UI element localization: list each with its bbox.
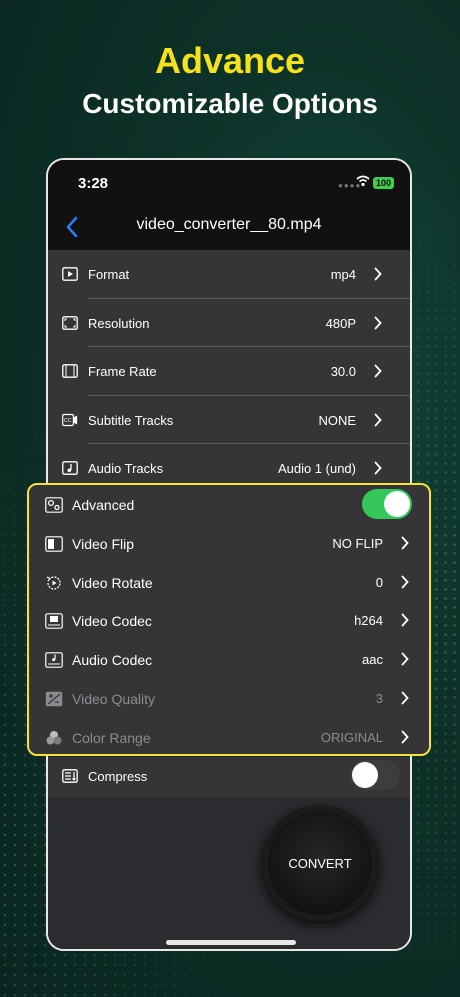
chevron-right-icon <box>401 730 409 744</box>
settings-row-compress[interactable]: Compress <box>48 757 410 797</box>
compress-icon <box>62 769 78 783</box>
wifi-icon <box>356 175 370 187</box>
format-icon <box>62 267 78 281</box>
settings-row-value: mp4 <box>330 267 356 282</box>
advanced-row-value: 0 <box>375 574 383 590</box>
chevron-right-icon <box>374 413 382 427</box>
svg-text:CC: CC <box>64 418 72 424</box>
promo-headline: Advance <box>154 40 306 81</box>
settings-list: Format mp4 Resolution 480P Frame Rate 30… <box>48 250 410 493</box>
settings-row-resolution[interactable]: Resolution 480P <box>48 299 410 348</box>
advanced-row-value: 3 <box>375 690 383 706</box>
advanced-row-color-range[interactable]: Color Range ORIGINAL <box>29 718 429 757</box>
resolution-icon <box>62 315 78 330</box>
settings-row-value: 480P <box>325 315 356 331</box>
chevron-right-icon <box>374 461 382 475</box>
compress-toggle[interactable] <box>350 760 400 790</box>
chevron-right-icon <box>374 364 382 378</box>
chevron-right-icon <box>401 575 409 588</box>
video-flip-icon <box>45 535 63 552</box>
settings-row-value: 30.0 <box>330 364 356 380</box>
convert-button[interactable]: CONVERT <box>262 805 378 921</box>
toggle-knob <box>384 491 410 517</box>
page-title: video_converter__80.mp4 <box>136 216 322 233</box>
chevron-right-icon <box>374 267 382 281</box>
toggle-knob <box>352 762 378 788</box>
advanced-row-video-quality[interactable]: Video Quality 3 <box>29 679 429 718</box>
color-range-icon <box>46 730 62 745</box>
advanced-options-panel: Advanced Video Flip NO FLIP Video Rotate… <box>27 483 431 756</box>
settings-row-subtitle-tracks[interactable]: CC Subtitle Tracks NONE <box>48 396 410 445</box>
advanced-row-video-codec[interactable]: Video Codec h264 <box>29 601 429 640</box>
settings-row-label: Format <box>88 267 130 282</box>
settings-row-frame-rate[interactable]: Frame Rate 30.0 <box>48 347 410 396</box>
settings-row-label: Subtitle Tracks <box>88 412 174 428</box>
advanced-row-label: Video Rotate <box>72 574 153 591</box>
settings-row-value: NONE <box>318 412 356 428</box>
navigation-bar: video_converter__80.mp4 <box>48 204 410 250</box>
back-chevron-icon[interactable] <box>60 214 84 240</box>
video-codec-icon <box>45 613 63 630</box>
convert-area: CONVERT <box>48 797 410 949</box>
advanced-toggle-row[interactable]: Advanced <box>29 485 429 524</box>
chevron-right-icon <box>401 536 409 550</box>
advanced-row-value: NO FLIP <box>332 535 383 551</box>
settings-row-label: Audio Tracks <box>88 461 164 477</box>
settings-row-format[interactable]: Format mp4 <box>48 250 410 299</box>
status-time: 3:28 <box>78 175 109 192</box>
video-rotate-icon <box>46 575 61 590</box>
subtitle-icon: CC <box>62 413 78 426</box>
settings-row-label: Resolution <box>88 315 150 331</box>
promo-subheadline: Customizable Options <box>82 88 378 119</box>
gears-icon <box>45 497 63 513</box>
chevron-right-icon <box>401 613 409 627</box>
frame-rate-icon <box>62 364 78 379</box>
audio-codec-icon <box>45 652 63 668</box>
chevron-right-icon <box>374 316 382 329</box>
status-bar: 3:28 ●●●● 100 <box>48 160 410 204</box>
chevron-right-icon <box>401 691 409 705</box>
advanced-row-label: Video Quality <box>72 690 156 707</box>
settings-row-value: Audio 1 (und) <box>277 461 356 477</box>
advanced-row-value: ORIGINAL <box>320 729 383 745</box>
advanced-row-label: Audio Codec <box>72 652 153 669</box>
advanced-row-audio-codec[interactable]: Audio Codec aac <box>29 640 429 679</box>
battery-indicator: 100 <box>373 177 395 189</box>
advanced-row-label: Video Codec <box>72 613 152 630</box>
advanced-row-video-flip[interactable]: Video Flip NO FLIP <box>29 524 429 563</box>
advanced-row-value: h264 <box>354 613 383 629</box>
advanced-row-value: aac <box>362 652 383 668</box>
chevron-right-icon <box>401 652 409 666</box>
advanced-row-label: Video Flip <box>72 535 135 552</box>
compress-label: Compress <box>88 769 148 784</box>
video-quality-icon <box>45 691 63 707</box>
advanced-toggle[interactable] <box>362 489 412 519</box>
advanced-row-label: Color Range <box>72 729 151 746</box>
advanced-row-video-rotate[interactable]: Video Rotate 0 <box>29 563 429 602</box>
settings-row-label: Frame Rate <box>88 364 157 380</box>
home-indicator <box>166 940 296 945</box>
advanced-label: Advanced <box>72 497 135 513</box>
audio-track-icon <box>62 461 78 476</box>
